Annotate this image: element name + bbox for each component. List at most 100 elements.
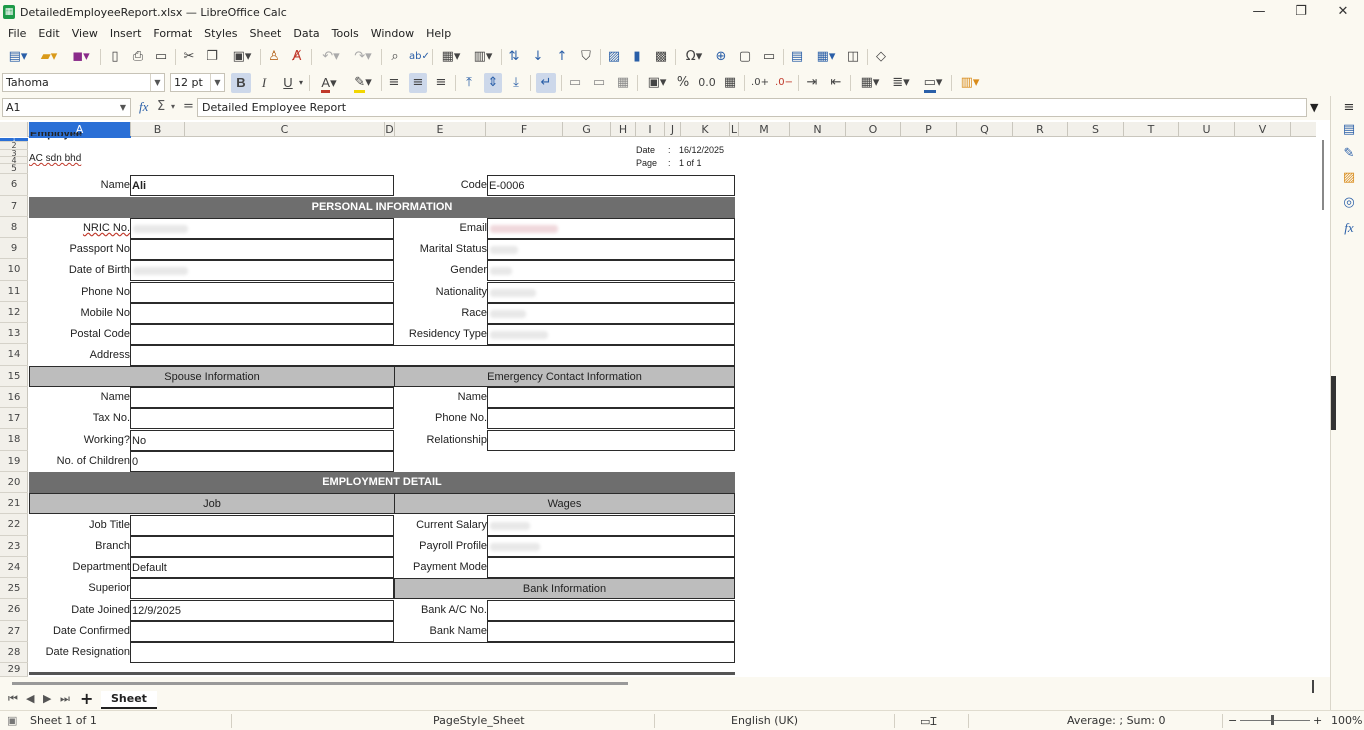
employee-code[interactable]: E-0006 [487,175,735,196]
children-count-value[interactable]: 0 [130,451,394,472]
payroll-profile-label[interactable]: Payroll Profile [394,536,488,557]
column-header-k[interactable]: K [681,122,730,137]
mobile-label[interactable]: Mobile No [29,303,131,324]
align-left-icon[interactable]: ≡ [386,73,402,93]
column-header-v[interactable]: V [1235,122,1291,137]
special-character-icon[interactable]: Ω▾ [680,47,708,67]
language[interactable]: English (UK) [731,714,798,727]
passport-value[interactable] [130,239,394,260]
bank-account-label[interactable]: Bank A/C No. [394,600,488,621]
new-document-icon[interactable]: ▤▾ [5,47,31,67]
cut-icon[interactable]: ✂ [181,47,197,67]
gallery-icon[interactable]: ▨ [1341,170,1357,186]
align-bottom-icon[interactable]: ⤓ [508,73,524,93]
minimize-button[interactable]: — [1238,0,1280,24]
marital-status-value[interactable] [487,239,735,260]
font-color-icon[interactable]: A▾ [314,73,344,93]
paste-icon[interactable]: ▣▾ [228,47,256,67]
row-header-25[interactable]: 25 [0,578,28,599]
row-header-13[interactable]: 13 [0,323,28,344]
column-header-r[interactable]: R [1013,122,1068,137]
delete-decimal-icon[interactable]: .0− [774,73,794,93]
date-resignation-value[interactable] [130,642,735,663]
nationality-value[interactable] [487,282,735,303]
column-header-f[interactable]: F [486,122,563,137]
tab-bar-splitter[interactable] [1312,680,1314,693]
last-sheet-icon[interactable]: ⏭ [60,692,70,706]
spreadsheet-grid[interactable]: A B C D E F G H I J K L M N O P Q R S T … [0,122,1316,677]
increase-indent-icon[interactable]: ⇥ [804,73,820,93]
pivot-table-icon[interactable]: ▩ [653,47,669,67]
column-header-g[interactable]: G [563,122,611,137]
report-page[interactable]: 1 of 1 [679,157,735,169]
phone-label[interactable]: Phone No [29,282,131,303]
zoom-slider[interactable] [1240,720,1310,721]
merge-center-icon[interactable]: ▭ [567,73,583,93]
date-joined-label[interactable]: Date Joined [29,600,131,621]
nric-value[interactable] [130,218,394,239]
chevron-down-icon[interactable]: ▼ [116,99,130,116]
marital-status-label[interactable]: Marital Status [394,239,488,260]
row-header-8[interactable]: 8 [0,217,28,238]
passport-label[interactable]: Passport No [29,239,131,260]
spouse-working-label[interactable]: Working? [29,430,131,451]
residency-type-label[interactable]: Residency Type [394,324,488,345]
row-header-22[interactable]: 22 [0,514,28,536]
navigator-icon[interactable]: ◎ [1341,195,1357,211]
row-header-11[interactable]: 11 [0,281,28,302]
percent-format-button[interactable]: % [675,73,691,93]
headers-footers-icon[interactable]: ▭ [761,47,777,67]
row-header-15[interactable]: 15 [0,366,28,387]
functions-icon[interactable]: fx [1341,220,1357,236]
spouse-information-header[interactable]: Spouse Information [29,366,395,387]
selection-mode-icon[interactable]: ▭Ɪ [920,714,937,729]
emergency-relationship-value[interactable] [487,430,735,451]
column-header-c[interactable]: C [185,122,385,137]
column-icon[interactable]: ▥▾ [469,47,497,67]
border-color-icon[interactable]: ▭▾ [918,73,948,93]
wages-header[interactable]: Wages [394,493,735,514]
close-button[interactable]: ✕ [1322,0,1364,24]
zoom-slider-knob[interactable] [1271,715,1274,725]
race-value[interactable] [487,303,735,324]
row-header-10[interactable]: 10 [0,259,28,281]
row-header-17[interactable]: 17 [0,408,28,429]
borders-icon[interactable]: ▦▾ [856,73,884,93]
chevron-down-icon[interactable]: ▼ [150,74,164,91]
unmerge-cells-icon[interactable]: ▦ [615,73,631,93]
freeze-rows-columns-icon[interactable]: ▦▾ [812,47,840,67]
previous-sheet-icon[interactable]: ◀ [26,692,34,705]
address-label[interactable]: Address [29,345,131,366]
page-label[interactable]: Page [636,157,666,169]
row-header-4[interactable]: 4 [0,157,28,164]
menu-styles[interactable]: Styles [198,24,243,43]
date-of-birth-label[interactable]: Date of Birth [29,260,131,281]
undo-icon[interactable]: ↶▾ [317,47,345,67]
show-draw-functions-icon[interactable]: ◇ [873,47,889,67]
chevron-down-icon[interactable]: ▾ [171,102,175,111]
currency-format-icon[interactable]: ▣▾ [643,73,671,93]
selected-cell-a1[interactable] [29,136,131,138]
sort-icon[interactable]: ⇅ [506,47,522,67]
emergency-name-value[interactable] [487,387,735,408]
row-header-7[interactable]: 7 [0,196,28,217]
nric-label[interactable]: NRIC No. [29,218,131,239]
emergency-name-label[interactable]: Name [394,387,488,408]
date-confirmed-label[interactable]: Date Confirmed [29,621,131,642]
column-header-e[interactable]: E [395,122,486,137]
first-sheet-icon[interactable]: ⏮ [8,692,18,706]
merge-cells-icon[interactable]: ▭ [591,73,607,93]
italic-button[interactable]: I [256,73,272,93]
insert-image-icon[interactable]: ▨ [606,47,622,67]
menu-file[interactable]: File [2,24,32,43]
column-header-p[interactable]: P [901,122,957,137]
superior-label[interactable]: Superior [29,578,131,599]
spouse-tax-value[interactable] [130,408,394,429]
formula-icon[interactable]: = [183,99,194,114]
emergency-phone-value[interactable] [487,408,735,429]
redo-icon[interactable]: ↷▾ [349,47,377,67]
insert-chart-icon[interactable]: ▮ [629,47,645,67]
mobile-value[interactable] [130,303,394,324]
row-header-16[interactable]: 16 [0,387,28,408]
date-resignation-label[interactable]: Date Resignation [29,642,131,663]
